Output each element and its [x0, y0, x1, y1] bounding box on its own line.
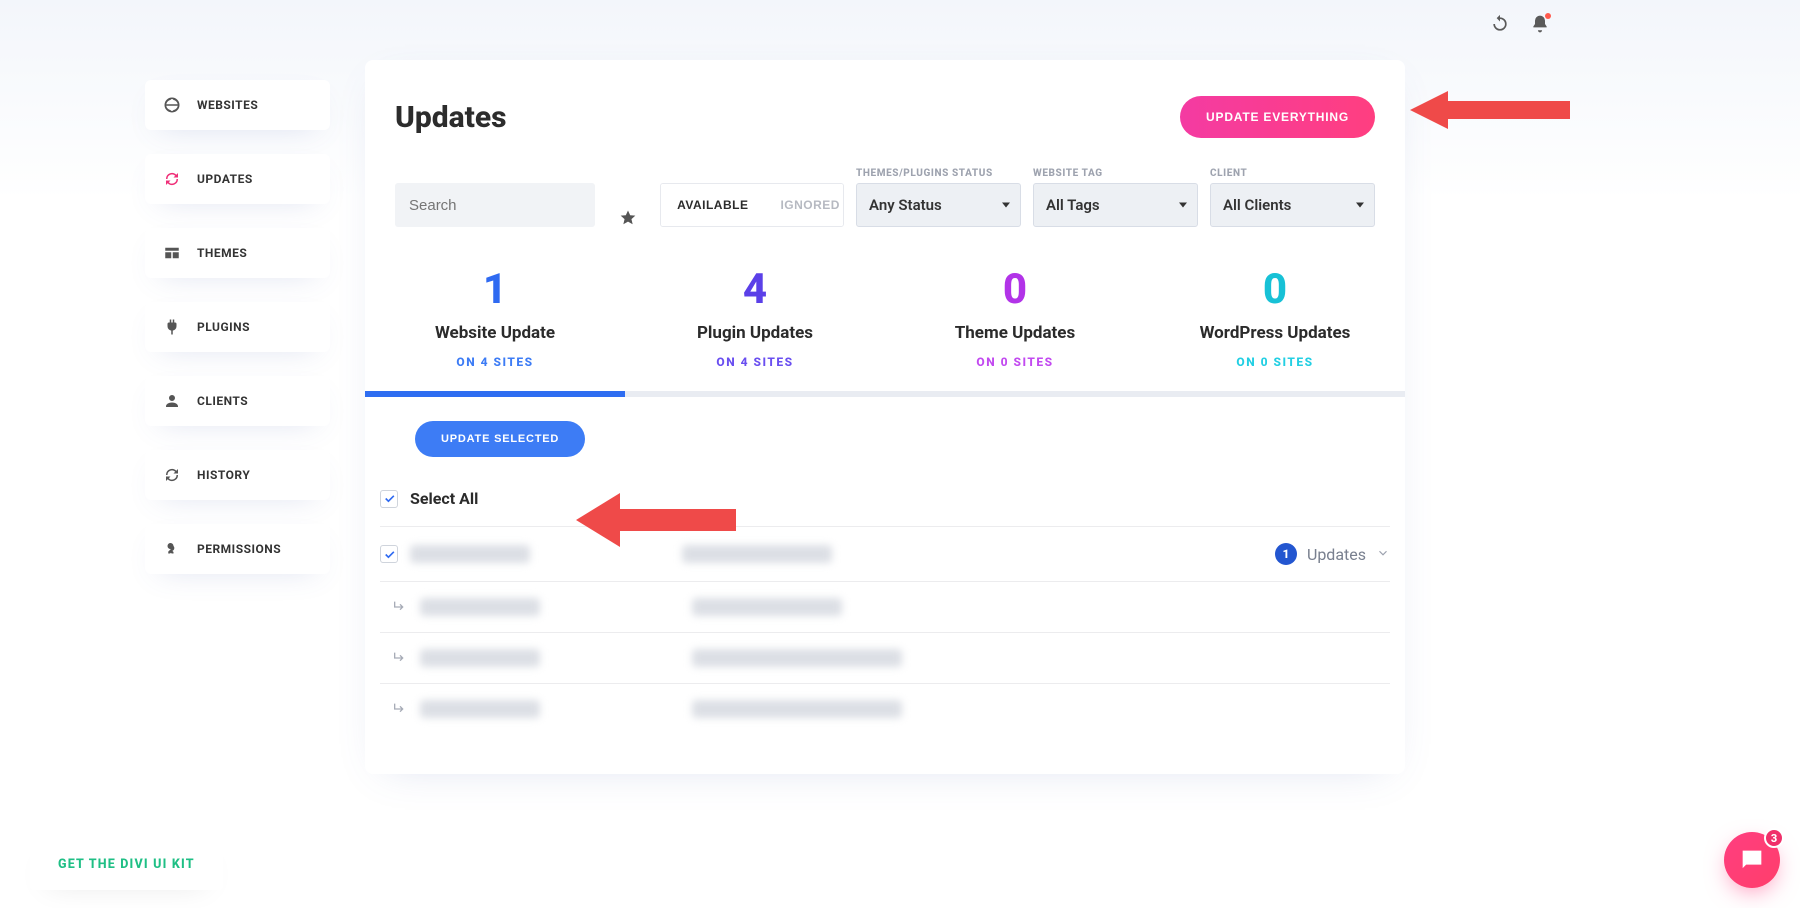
- sidebar-item-label: CLIENTS: [197, 394, 248, 408]
- tag-select[interactable]: All Tags: [1033, 183, 1198, 227]
- notifications-icon[interactable]: [1530, 14, 1550, 38]
- site-url-redacted: [692, 598, 842, 616]
- client-filter: CLIENT All Clients: [1210, 168, 1375, 227]
- annotation-arrow-row: [576, 493, 736, 547]
- stat-website[interactable]: 1 Website Update ON 4 SITES: [365, 269, 625, 397]
- site-name-redacted: [420, 700, 540, 718]
- status-filter: THEMES/PLUGINS STATUS Any Status: [856, 168, 1021, 227]
- person-icon: [163, 392, 181, 410]
- sidebar-item-label: WEBSITES: [197, 98, 258, 112]
- refresh-icon[interactable]: [1490, 14, 1510, 38]
- stat-sub: ON 4 SITES: [625, 355, 885, 369]
- child-arrow-icon: [380, 701, 408, 717]
- main-panel: Updates UPDATE EVERYTHING AVAILABLE IGNO…: [365, 60, 1405, 774]
- site-name-redacted: [420, 598, 540, 616]
- availability-toggle: AVAILABLE IGNORED: [660, 183, 844, 227]
- select-all-checkbox[interactable]: [380, 490, 398, 508]
- toggle-available[interactable]: AVAILABLE: [661, 184, 764, 226]
- favorite-icon[interactable]: [607, 209, 648, 227]
- notification-dot: [1545, 13, 1551, 19]
- stat-count: 0: [885, 269, 1145, 311]
- stats-tabs: 1 Website Update ON 4 SITES 4 Plugin Upd…: [365, 269, 1405, 397]
- sidebar-item-label: HISTORY: [197, 468, 250, 482]
- sidebar-item-updates[interactable]: UPDATES: [145, 154, 330, 204]
- plug-icon: [163, 318, 181, 336]
- child-arrow-icon: [380, 599, 408, 615]
- site-subrow[interactable]: [380, 684, 1390, 734]
- annotation-arrow-top: [1410, 88, 1570, 132]
- update-everything-button[interactable]: UPDATE EVERYTHING: [1180, 96, 1375, 138]
- select-all-row: Select All: [380, 475, 1390, 527]
- chevron-down-icon[interactable]: [1376, 545, 1390, 564]
- stat-sub: ON 0 SITES: [885, 355, 1145, 369]
- site-name-redacted: [410, 545, 530, 563]
- tag-filter: WEBSITE TAG All Tags: [1033, 168, 1198, 227]
- site-url-redacted: [692, 700, 902, 718]
- update-selected-button[interactable]: UPDATE SELECTED: [415, 421, 585, 457]
- status-select[interactable]: Any Status: [856, 183, 1021, 227]
- stat-theme[interactable]: 0 Theme Updates ON 0 SITES: [885, 269, 1145, 397]
- refresh-icon: [163, 170, 181, 188]
- history-icon: [163, 466, 181, 484]
- site-row[interactable]: 1 Updates: [380, 527, 1390, 582]
- site-subrow[interactable]: [380, 633, 1390, 684]
- stat-label: Website Update: [365, 323, 625, 343]
- site-name-redacted: [420, 649, 540, 667]
- updates-list: Select All 1 Updates: [365, 475, 1405, 734]
- stat-count: 4: [625, 269, 885, 311]
- client-filter-label: CLIENT: [1210, 168, 1375, 179]
- footer-cta[interactable]: GET THE DIVI UI KIT: [30, 839, 223, 890]
- select-all-label: Select All: [410, 489, 478, 508]
- sidebar: WEBSITES UPDATES THEMES PLUGINS CLIENTS …: [145, 80, 330, 574]
- site-url-redacted: [682, 545, 832, 563]
- page-title: Updates: [395, 100, 507, 135]
- sidebar-item-label: PERMISSIONS: [197, 542, 281, 556]
- updates-label: Updates: [1307, 545, 1366, 564]
- row-checkbox[interactable]: [380, 545, 398, 563]
- top-bar: [1490, 14, 1550, 38]
- stat-sub: ON 4 SITES: [365, 355, 625, 369]
- sidebar-item-clients[interactable]: CLIENTS: [145, 376, 330, 426]
- sidebar-item-themes[interactable]: THEMES: [145, 228, 330, 278]
- stat-label: Plugin Updates: [625, 323, 885, 343]
- filters: AVAILABLE IGNORED THEMES/PLUGINS STATUS …: [365, 168, 1405, 227]
- stat-wordpress[interactable]: 0 WordPress Updates ON 0 SITES: [1145, 269, 1405, 397]
- sidebar-item-permissions[interactable]: PERMISSIONS: [145, 524, 330, 574]
- sidebar-item-plugins[interactable]: PLUGINS: [145, 302, 330, 352]
- status-filter-label: THEMES/PLUGINS STATUS: [856, 168, 1021, 179]
- theme-icon: [163, 244, 181, 262]
- stat-label: Theme Updates: [885, 323, 1145, 343]
- stat-count: 0: [1145, 269, 1405, 311]
- site-subrow[interactable]: [380, 582, 1390, 633]
- chat-unread-badge: 3: [1764, 828, 1784, 848]
- tag-filter-label: WEBSITE TAG: [1033, 168, 1198, 179]
- globe-icon: [163, 96, 181, 114]
- stat-sub: ON 0 SITES: [1145, 355, 1405, 369]
- stat-label: WordPress Updates: [1145, 323, 1405, 343]
- main-header: Updates UPDATE EVERYTHING: [365, 96, 1405, 138]
- stat-count: 1: [365, 269, 625, 311]
- key-icon: [163, 540, 181, 558]
- chat-button[interactable]: 3: [1724, 832, 1780, 888]
- child-arrow-icon: [380, 650, 408, 666]
- toggle-ignored[interactable]: IGNORED: [764, 184, 844, 226]
- stat-plugin[interactable]: 4 Plugin Updates ON 4 SITES: [625, 269, 885, 397]
- sidebar-item-websites[interactable]: WEBSITES: [145, 80, 330, 130]
- search-input[interactable]: [395, 183, 595, 227]
- sidebar-item-label: UPDATES: [197, 172, 253, 186]
- site-url-redacted: [692, 649, 902, 667]
- sidebar-item-label: THEMES: [197, 246, 247, 260]
- client-select[interactable]: All Clients: [1210, 183, 1375, 227]
- updates-count-badge: 1: [1275, 543, 1297, 565]
- sidebar-item-history[interactable]: HISTORY: [145, 450, 330, 500]
- sidebar-item-label: PLUGINS: [197, 320, 250, 334]
